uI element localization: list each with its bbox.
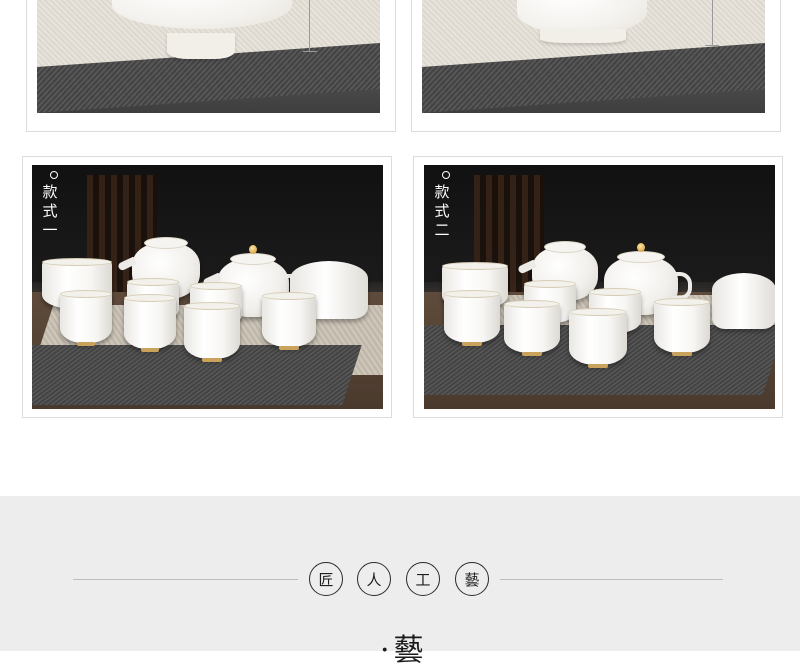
style-label-char: 一 <box>42 221 58 239</box>
craft-char-badge: 匠 <box>309 562 343 596</box>
product-style-2-card[interactable]: 款 式 二 <box>413 156 783 418</box>
style-label-char: 款 <box>42 183 58 201</box>
style-label-char: 二 <box>434 221 450 239</box>
tea-set-style-1-photo: 款 式 一 <box>32 165 383 409</box>
tea-bowl-photo <box>37 0 380 113</box>
label-dot-icon <box>50 171 58 179</box>
section-title-partial: ·藝 <box>380 633 428 668</box>
style-label: 款 式 二 <box>434 171 450 240</box>
divider-left <box>73 579 298 580</box>
divider-right <box>500 579 723 580</box>
style-label-char: 式 <box>42 202 58 220</box>
craft-banner <box>0 496 800 651</box>
style-label-char: 款 <box>434 183 450 201</box>
craft-char-badge: 人 <box>357 562 391 596</box>
label-dot-icon <box>442 171 450 179</box>
top-photo-card-right <box>411 0 781 132</box>
tea-set-style-2-photo: 款 式 二 <box>424 165 775 409</box>
product-style-1-card[interactable]: 款 式 一 <box>22 156 392 418</box>
tea-cup-photo <box>422 0 765 113</box>
craft-char-badge: 藝 <box>455 562 489 596</box>
style-label: 款 式 一 <box>42 171 58 240</box>
craft-char-badge: 工 <box>406 562 440 596</box>
style-label-char: 式 <box>434 202 450 220</box>
top-photo-card-left <box>26 0 396 132</box>
